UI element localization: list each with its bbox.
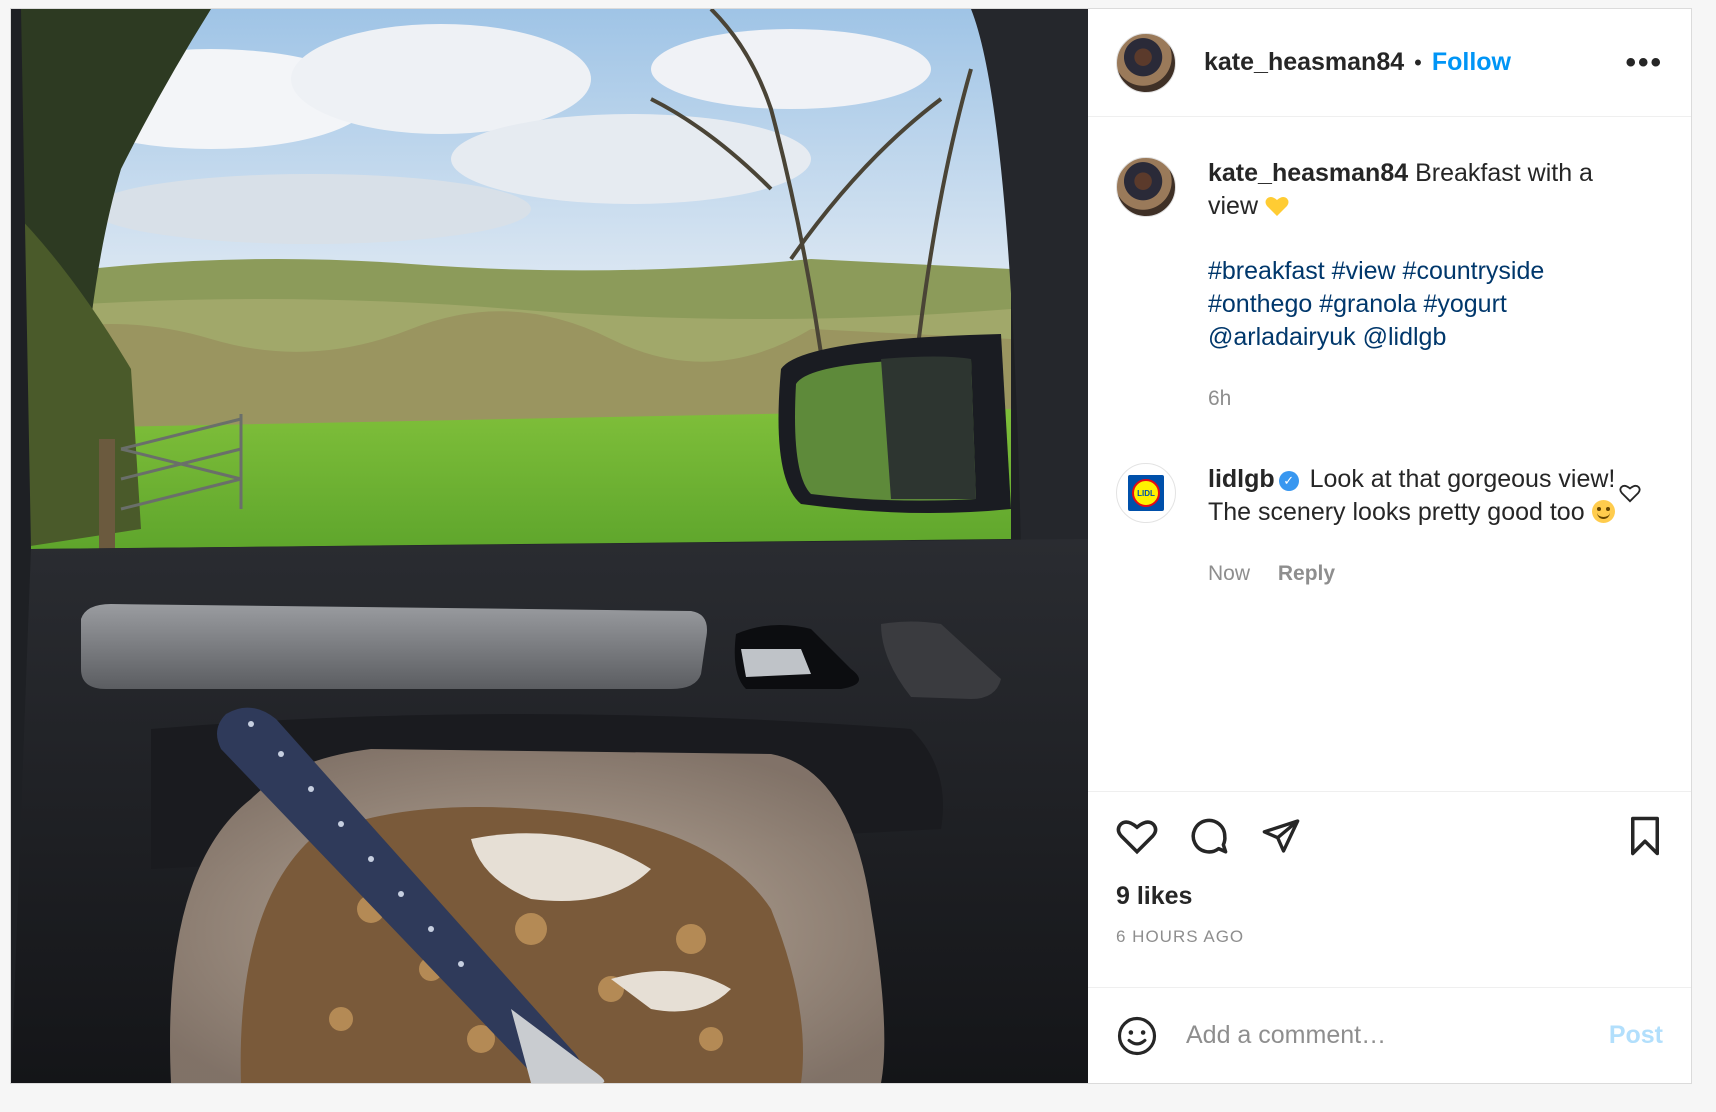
hashtags-line-2[interactable]: #onthego #granola #yogurt <box>1208 288 1628 321</box>
caption: kate_heasman84 Breakfast with a view #br… <box>1208 157 1628 415</box>
likes-count[interactable]: 9 likes <box>1116 882 1663 911</box>
lidl-logo-icon: LIDL <box>1128 475 1164 511</box>
separator-dot: • <box>1414 49 1422 75</box>
smiley-icon[interactable] <box>1116 1015 1158 1057</box>
caption-row: kate_heasman84 Breakfast with a view #br… <box>1116 157 1663 415</box>
author-username[interactable]: kate_heasman84 <box>1204 48 1404 77</box>
more-dots-icon[interactable]: ••• <box>1625 47 1663 78</box>
comment-like-heart-icon[interactable] <box>1619 483 1641 503</box>
lidl-logo-text: LIDL <box>1132 479 1160 507</box>
post-card: kate_heasman84 • Follow ••• kate_heasman… <box>10 8 1692 1084</box>
post-timestamp[interactable]: 6 HOURS AGO <box>1116 927 1663 947</box>
reply-button[interactable]: Reply <box>1278 562 1335 585</box>
comment-meta: Now Reply <box>1208 557 1628 590</box>
post-sidebar: kate_heasman84 • Follow ••• kate_heasman… <box>1088 9 1691 1083</box>
follow-button[interactable]: Follow <box>1432 48 1511 77</box>
comment-time: Now <box>1208 562 1251 585</box>
post-actions: 9 likes 6 HOURS AGO <box>1088 791 1691 987</box>
comment-input[interactable] <box>1184 1020 1609 1051</box>
post-photo[interactable] <box>11 9 1088 1083</box>
comments-section: kate_heasman84 Breakfast with a view #br… <box>1088 117 1691 791</box>
add-comment-bar: Post <box>1088 987 1691 1083</box>
comment-body: lidlgb ✓ Look at that gorgeous view! The … <box>1208 463 1628 590</box>
paper-plane-icon[interactable] <box>1260 816 1302 856</box>
caption-avatar[interactable] <box>1116 157 1176 217</box>
author-avatar[interactable] <box>1116 32 1176 93</box>
comment-row: LIDL lidlgb ✓ Look at that gorgeous view!… <box>1116 463 1663 590</box>
comment-username[interactable]: lidlgb <box>1208 465 1275 493</box>
post-header: kate_heasman84 • Follow ••• <box>1088 9 1691 117</box>
caption-username[interactable]: kate_heasman84 <box>1208 159 1408 187</box>
caption-time[interactable]: 6h <box>1208 382 1628 415</box>
verified-badge-icon: ✓ <box>1278 471 1299 491</box>
mentions-line[interactable]: @arladairyuk @lidlgb <box>1208 321 1628 354</box>
post-comment-button[interactable]: Post <box>1609 1021 1663 1050</box>
hashtags-line-1[interactable]: #breakfast #view #countryside <box>1208 255 1628 288</box>
lidl-avatar[interactable]: LIDL <box>1116 463 1176 523</box>
car-window-breakfast-photo <box>11 9 1088 1083</box>
action-icons <box>1116 814 1663 858</box>
comment-bubble-icon[interactable] <box>1188 815 1230 857</box>
smiley-emoji-icon <box>1591 500 1615 523</box>
bookmark-icon[interactable] <box>1627 815 1663 857</box>
yellow-heart-icon <box>1265 197 1289 216</box>
heart-icon[interactable] <box>1116 816 1158 856</box>
caption-hashtags: #breakfast #view #countryside #onthego #… <box>1208 255 1628 354</box>
